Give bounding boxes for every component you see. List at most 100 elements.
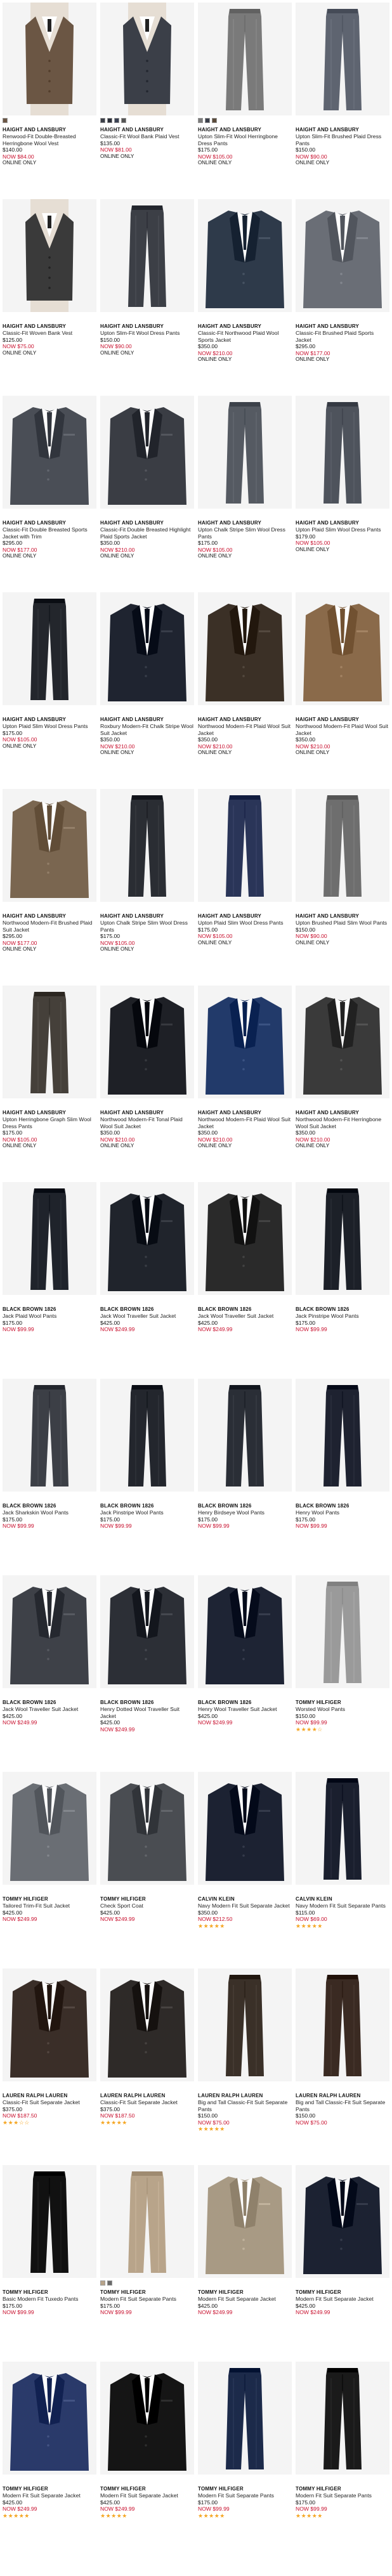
color-swatch[interactable] bbox=[100, 118, 105, 123]
product-image[interactable] bbox=[100, 3, 194, 115]
product-image[interactable] bbox=[296, 199, 389, 312]
product-name[interactable]: Modern Fit Suit Separate Pants bbox=[100, 2296, 194, 2302]
product-name[interactable]: Classic-Fit Suit Separate Jacket bbox=[100, 2099, 194, 2105]
product-name[interactable]: Modern Fit Suit Separate Jacket bbox=[198, 2296, 292, 2302]
product-name[interactable]: Classic-Fit Northwood Plaid Wool Sports … bbox=[198, 330, 292, 343]
product-name[interactable]: Classic-Fit Wool Bank Plaid Vest bbox=[100, 133, 194, 140]
product-name[interactable]: Classic-Fit Double Breasted Sports Jacke… bbox=[3, 526, 96, 540]
product-name[interactable]: Upton Brushed Plaid Slim Wool Pants bbox=[296, 920, 389, 926]
product-image[interactable] bbox=[296, 2165, 389, 2278]
product-name[interactable]: Henry Birdseye Wool Pants bbox=[198, 1509, 292, 1516]
product-image[interactable] bbox=[198, 592, 292, 705]
product-name[interactable]: Upton Chalk Stripe Slim Wool Dress Pants bbox=[198, 526, 292, 540]
product-image[interactable] bbox=[198, 1575, 292, 1688]
color-swatch[interactable] bbox=[114, 118, 119, 123]
product-name[interactable]: Upton Slim-Fit Wool Dress Pants bbox=[100, 330, 194, 336]
product-image[interactable] bbox=[100, 2165, 194, 2278]
product-name[interactable]: Jack Sharkskin Wool Pants bbox=[3, 1509, 96, 1516]
product-image[interactable] bbox=[3, 1772, 96, 1885]
product-image[interactable] bbox=[296, 1575, 389, 1688]
product-image[interactable] bbox=[198, 1968, 292, 2081]
color-swatch[interactable] bbox=[121, 118, 126, 123]
product-name[interactable]: Basic Modern Fit Tuxedo Pants bbox=[3, 2296, 96, 2302]
product-image[interactable] bbox=[100, 1575, 194, 1688]
product-name[interactable]: Modern Fit Suit Separate Pants bbox=[296, 2492, 389, 2499]
product-name[interactable]: Classic-Fit Suit Separate Jacket bbox=[3, 2099, 96, 2105]
product-name[interactable]: Modern Fit Suit Separate Pants bbox=[198, 2492, 292, 2499]
color-swatch[interactable] bbox=[107, 118, 112, 123]
product-name[interactable]: Renwood-Fit Double-Breasted Herringbone … bbox=[3, 133, 96, 146]
product-image[interactable] bbox=[100, 986, 194, 1098]
product-image[interactable] bbox=[198, 199, 292, 312]
product-image[interactable] bbox=[198, 396, 292, 509]
product-name[interactable]: Jack Pinstripe Wool Pants bbox=[100, 1509, 194, 1516]
product-name[interactable]: Modern Fit Suit Separate Jacket bbox=[100, 2492, 194, 2499]
product-image[interactable] bbox=[100, 1968, 194, 2081]
product-image[interactable] bbox=[3, 3, 96, 115]
product-name[interactable]: Northwood Modern-Fit Herringbone Wool Su… bbox=[296, 1116, 389, 1129]
product-name[interactable]: Henry Wool Traveller Suit Jacket bbox=[198, 1706, 292, 1712]
product-name[interactable]: Upton Plaid Slim Wool Dress Pants bbox=[3, 723, 96, 729]
product-name[interactable]: Jack Wool Traveller Suit Jacket bbox=[198, 1313, 292, 1319]
product-image[interactable] bbox=[198, 2165, 292, 2278]
product-image[interactable] bbox=[198, 3, 292, 115]
product-image[interactable] bbox=[296, 1182, 389, 1295]
product-image[interactable] bbox=[296, 2362, 389, 2475]
product-name[interactable]: Northwood Modern-Fit Tonal Plaid Wool Su… bbox=[100, 1116, 194, 1129]
product-image[interactable] bbox=[3, 789, 96, 902]
color-swatch[interactable] bbox=[205, 118, 210, 123]
product-name[interactable]: Northwood Modern-Fit Plaid Wool Suit Jac… bbox=[198, 1116, 292, 1129]
color-swatch[interactable] bbox=[100, 2280, 105, 2286]
product-image[interactable] bbox=[3, 592, 96, 705]
product-name[interactable]: Upton Slim-Fit Brushed Plaid Dress Pants bbox=[296, 133, 389, 146]
product-name[interactable]: Upton Slim-Fit Wool Herringbone Dress Pa… bbox=[198, 133, 292, 146]
product-name[interactable]: Jack Wool Traveller Suit Jacket bbox=[3, 1706, 96, 1712]
product-image[interactable] bbox=[100, 396, 194, 509]
product-image[interactable] bbox=[296, 1379, 389, 1492]
product-name[interactable]: Modern Fit Suit Separate Jacket bbox=[3, 2492, 96, 2499]
color-swatch[interactable] bbox=[212, 118, 217, 123]
product-name[interactable]: Worsted Wool Pants bbox=[296, 1706, 389, 1712]
product-name[interactable]: Northwood Modern-Fit Brushed Plaid Suit … bbox=[3, 920, 96, 933]
product-name[interactable]: Henry Dotted Wool Traveller Suit Jacket bbox=[100, 1706, 194, 1719]
product-name[interactable]: Upton Plaid Slim Wool Dress Pants bbox=[296, 526, 389, 533]
product-image[interactable] bbox=[3, 1968, 96, 2081]
product-name[interactable]: Check Sport Coat bbox=[100, 1903, 194, 1909]
color-swatch[interactable] bbox=[3, 118, 8, 123]
product-image[interactable] bbox=[296, 1968, 389, 2081]
product-name[interactable]: Modern Fit Suit Separate Jacket bbox=[296, 2296, 389, 2302]
product-name[interactable]: Tailored Trim-Fit Suit Jacket bbox=[3, 1903, 96, 1909]
product-image[interactable] bbox=[3, 1182, 96, 1295]
product-name[interactable]: Classic-Fit Double Breasted Highlight Pl… bbox=[100, 526, 194, 540]
product-image[interactable] bbox=[296, 789, 389, 902]
product-name[interactable]: Jack Pinstripe Wool Pants bbox=[296, 1313, 389, 1319]
product-name[interactable]: Navy Modern Fit Suit Separate Jacket bbox=[198, 1903, 292, 1909]
product-image[interactable] bbox=[100, 1772, 194, 1885]
product-name[interactable]: Classic-Fit Brushed Plaid Sports Jacket bbox=[296, 330, 389, 343]
product-image[interactable] bbox=[198, 789, 292, 902]
product-image[interactable] bbox=[3, 1575, 96, 1688]
product-image[interactable] bbox=[198, 1772, 292, 1885]
product-image[interactable] bbox=[3, 986, 96, 1098]
product-image[interactable] bbox=[3, 2362, 96, 2475]
color-swatch[interactable] bbox=[198, 118, 203, 123]
product-name[interactable]: Classic-Fit Woven Bank Vest bbox=[3, 330, 96, 336]
product-image[interactable] bbox=[296, 3, 389, 115]
product-name[interactable]: Upton Plaid Slim Wool Dress Pants bbox=[198, 920, 292, 926]
product-image[interactable] bbox=[198, 986, 292, 1098]
product-image[interactable] bbox=[198, 1182, 292, 1295]
product-image[interactable] bbox=[3, 2165, 96, 2278]
product-name[interactable]: Upton Herringbone Graph Slim Wool Dress … bbox=[3, 1116, 96, 1129]
product-name[interactable]: Henry Wool Pants bbox=[296, 1509, 389, 1516]
product-name[interactable]: Northwood Modern-Fit Plaid Wool Suit Jac… bbox=[296, 723, 389, 736]
product-image[interactable] bbox=[296, 592, 389, 705]
product-image[interactable] bbox=[100, 1379, 194, 1492]
product-image[interactable] bbox=[296, 986, 389, 1098]
product-image[interactable] bbox=[3, 1379, 96, 1492]
product-image[interactable] bbox=[100, 1182, 194, 1295]
product-name[interactable]: Jack Plaid Wool Pants bbox=[3, 1313, 96, 1319]
product-image[interactable] bbox=[3, 396, 96, 509]
product-image[interactable] bbox=[296, 1772, 389, 1885]
product-name[interactable]: Roxbury Modern-Fit Chalk Stripe Wool Sui… bbox=[100, 723, 194, 736]
product-name[interactable]: Jack Wool Traveller Suit Jacket bbox=[100, 1313, 194, 1319]
